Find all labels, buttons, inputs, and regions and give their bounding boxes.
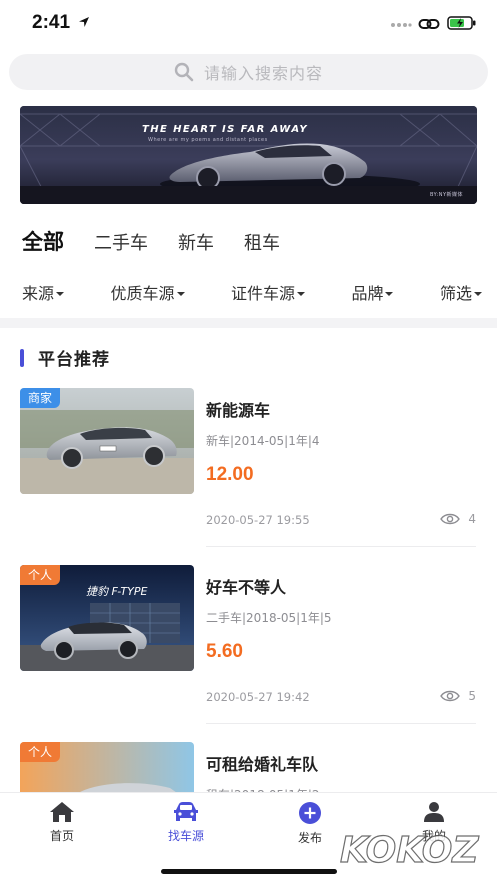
listing-title: 好车不等人: [206, 578, 287, 597]
banner-title: THE HEART IS FAR AWAY: [142, 124, 308, 135]
banner-subtitle: Where are my poems and distant places: [148, 137, 268, 143]
search-placeholder: 请输入搜索内容: [203, 64, 323, 83]
plus-icon: [299, 802, 321, 824]
filter-label: 优质车源: [110, 284, 175, 303]
battery-charging-icon: [447, 16, 476, 30]
filter-brand[interactable]: 品牌: [351, 280, 394, 304]
search-icon: [174, 62, 194, 82]
filter-quality-source[interactable]: 优质车源: [110, 280, 185, 304]
tab-used-car[interactable]: 二手车: [94, 229, 148, 255]
location-arrow-icon: [79, 17, 89, 27]
section-divider: [0, 318, 497, 328]
home-indicator: [161, 869, 337, 874]
tab-new-car[interactable]: 新车: [178, 229, 214, 255]
filter-label: 筛选: [439, 284, 472, 303]
seller-type-badge: 个人: [20, 742, 61, 762]
listing-price: 5.60: [206, 641, 243, 662]
listing-thumbnail: 捷豹 F-TYPE 个人: [20, 565, 194, 671]
promo-banner[interactable]: THE HEART IS FAR AWAY Where are my poems…: [20, 106, 477, 204]
row-divider: [206, 723, 476, 724]
tab-label: 发布: [297, 831, 322, 845]
tab-label: 找车源: [167, 829, 204, 843]
category-tabs: 全部 二手车 新车 租车: [22, 226, 310, 256]
caret-down-icon: [385, 292, 394, 296]
banner-credit: BY:NY新媒体: [429, 192, 463, 198]
listing-item[interactable]: 商家 新能源车 新车|2014-05|1年|4 12.00 2020-05-27…: [20, 388, 476, 548]
listing-title: 新能源车: [206, 401, 271, 420]
row-divider: [206, 546, 476, 547]
view-count-value: 5: [468, 689, 476, 703]
eye-icon: [440, 690, 461, 702]
status-time: 2:41: [32, 12, 71, 33]
filter-more[interactable]: 筛选: [440, 280, 482, 304]
car-icon: [174, 802, 198, 821]
tab-home[interactable]: 首页: [22, 801, 102, 844]
thumb-overlay-text: 捷豹 F-TYPE: [86, 585, 147, 598]
listing-date: 2020-05-27 19:42: [206, 690, 310, 704]
signal-icon: [391, 23, 412, 27]
watermark-logo: KOKOZ: [339, 829, 480, 871]
section-accent-bar: [20, 348, 24, 367]
section-header: 平台推荐: [20, 345, 110, 370]
view-count-value: 4: [468, 512, 476, 526]
seller-type-badge: 个人: [20, 565, 61, 585]
filter-bar: 来源 优质车源 证件车源 品牌 筛选: [22, 280, 482, 304]
listing-item[interactable]: 捷豹 F-TYPE 个人 好车不等人 二手车|2018-05|1年|5 5.60…: [20, 565, 476, 725]
caret-down-icon: [473, 292, 482, 296]
caret-down-icon: [56, 292, 65, 296]
filter-label: 品牌: [351, 284, 384, 303]
section-title: 平台推荐: [38, 350, 110, 370]
status-bar: 2:41: [0, 0, 497, 48]
listing-title: 可租给婚礼车队: [206, 755, 319, 774]
tab-label: 首页: [49, 829, 74, 843]
tab-all[interactable]: 全部: [22, 226, 64, 256]
tab-rental[interactable]: 租车: [244, 229, 280, 255]
tab-find-car[interactable]: 找车源: [146, 801, 226, 844]
eye-icon: [440, 513, 461, 525]
listing-price: 12.00: [206, 464, 254, 485]
listing-date: 2020-05-27 19:55: [206, 513, 310, 527]
banner-car-image: [20, 106, 477, 204]
filter-source[interactable]: 来源: [22, 280, 65, 304]
seller-type-badge: 商家: [20, 388, 61, 408]
listing-meta: 二手车|2018-05|1年|5: [206, 611, 332, 625]
user-icon: [424, 802, 444, 822]
svg-text:KOKOZ: KOKOZ: [340, 830, 479, 871]
listing-thumbnail: 商家: [20, 388, 194, 494]
filter-certified-source[interactable]: 证件车源: [231, 280, 305, 304]
view-count: 4: [440, 512, 476, 526]
link-icon: [418, 19, 440, 29]
caret-down-icon: [296, 292, 305, 296]
filter-label: 证件车源: [230, 284, 295, 303]
search-bar[interactable]: 请输入搜索内容: [9, 54, 488, 90]
view-count: 5: [440, 689, 476, 703]
filter-label: 来源: [22, 284, 55, 303]
caret-down-icon: [176, 292, 185, 296]
home-icon: [50, 802, 74, 822]
listing-meta: 新车|2014-05|1年|4: [206, 434, 320, 448]
